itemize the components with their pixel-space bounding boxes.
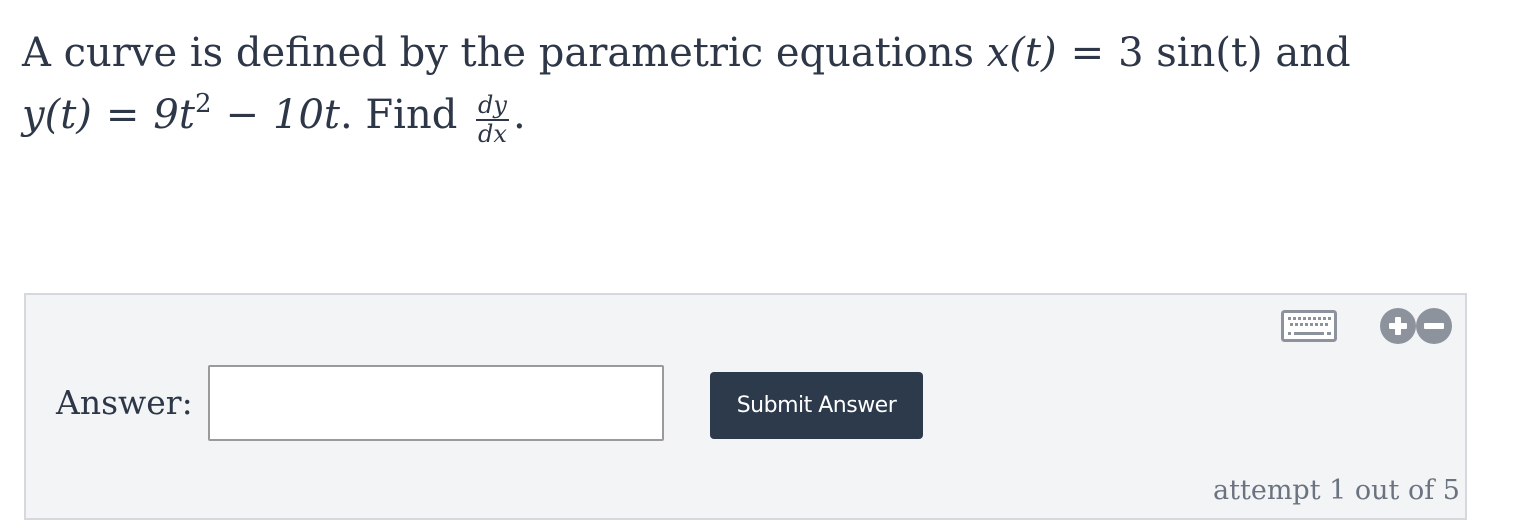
conjunction-and: and <box>1262 30 1351 76</box>
keyboard-icon[interactable] <box>1281 310 1337 342</box>
submit-answer-button[interactable]: Submit Answer <box>710 372 923 439</box>
question-text: A curve is defined by the parametric equ… <box>22 22 1482 148</box>
derivative-fraction: dy dx <box>476 92 509 148</box>
answer-panel: Answer: Submit Answer attempt 1 out of 5 <box>24 293 1467 520</box>
exponent: 2 <box>194 89 212 119</box>
y-first-term: 9t <box>153 92 195 138</box>
question-line-1: A curve is defined by the parametric equ… <box>22 22 1482 84</box>
x-function: x(t) <box>986 30 1057 76</box>
equals-sign: = <box>1070 30 1105 76</box>
y-second-term: 10t <box>273 92 340 138</box>
fraction-numerator: dy <box>476 91 509 121</box>
question-line-2: y(t) = 9t2−10t. Find dy dx. <box>22 84 1482 148</box>
minus-sign: − <box>225 92 259 138</box>
fraction-denominator: dx <box>478 120 507 148</box>
plus-circle-icon[interactable] <box>1379 307 1417 345</box>
x-expression: 3 sin(t) <box>1118 30 1263 76</box>
y-function: y(t) <box>22 92 92 138</box>
minus-circle-icon[interactable] <box>1415 307 1453 345</box>
attempt-counter: attempt 1 out of 5 <box>1213 475 1460 506</box>
find-text: . Find <box>339 92 471 138</box>
answer-input[interactable] <box>208 365 664 441</box>
input-tools <box>1281 306 1453 346</box>
equals-sign-2: = <box>105 92 140 138</box>
question-page: A curve is defined by the parametric equ… <box>0 0 1528 532</box>
answer-label: Answer: <box>56 383 193 422</box>
end-period: . <box>512 92 526 138</box>
question-intro: A curve is defined by the parametric equ… <box>22 30 987 76</box>
